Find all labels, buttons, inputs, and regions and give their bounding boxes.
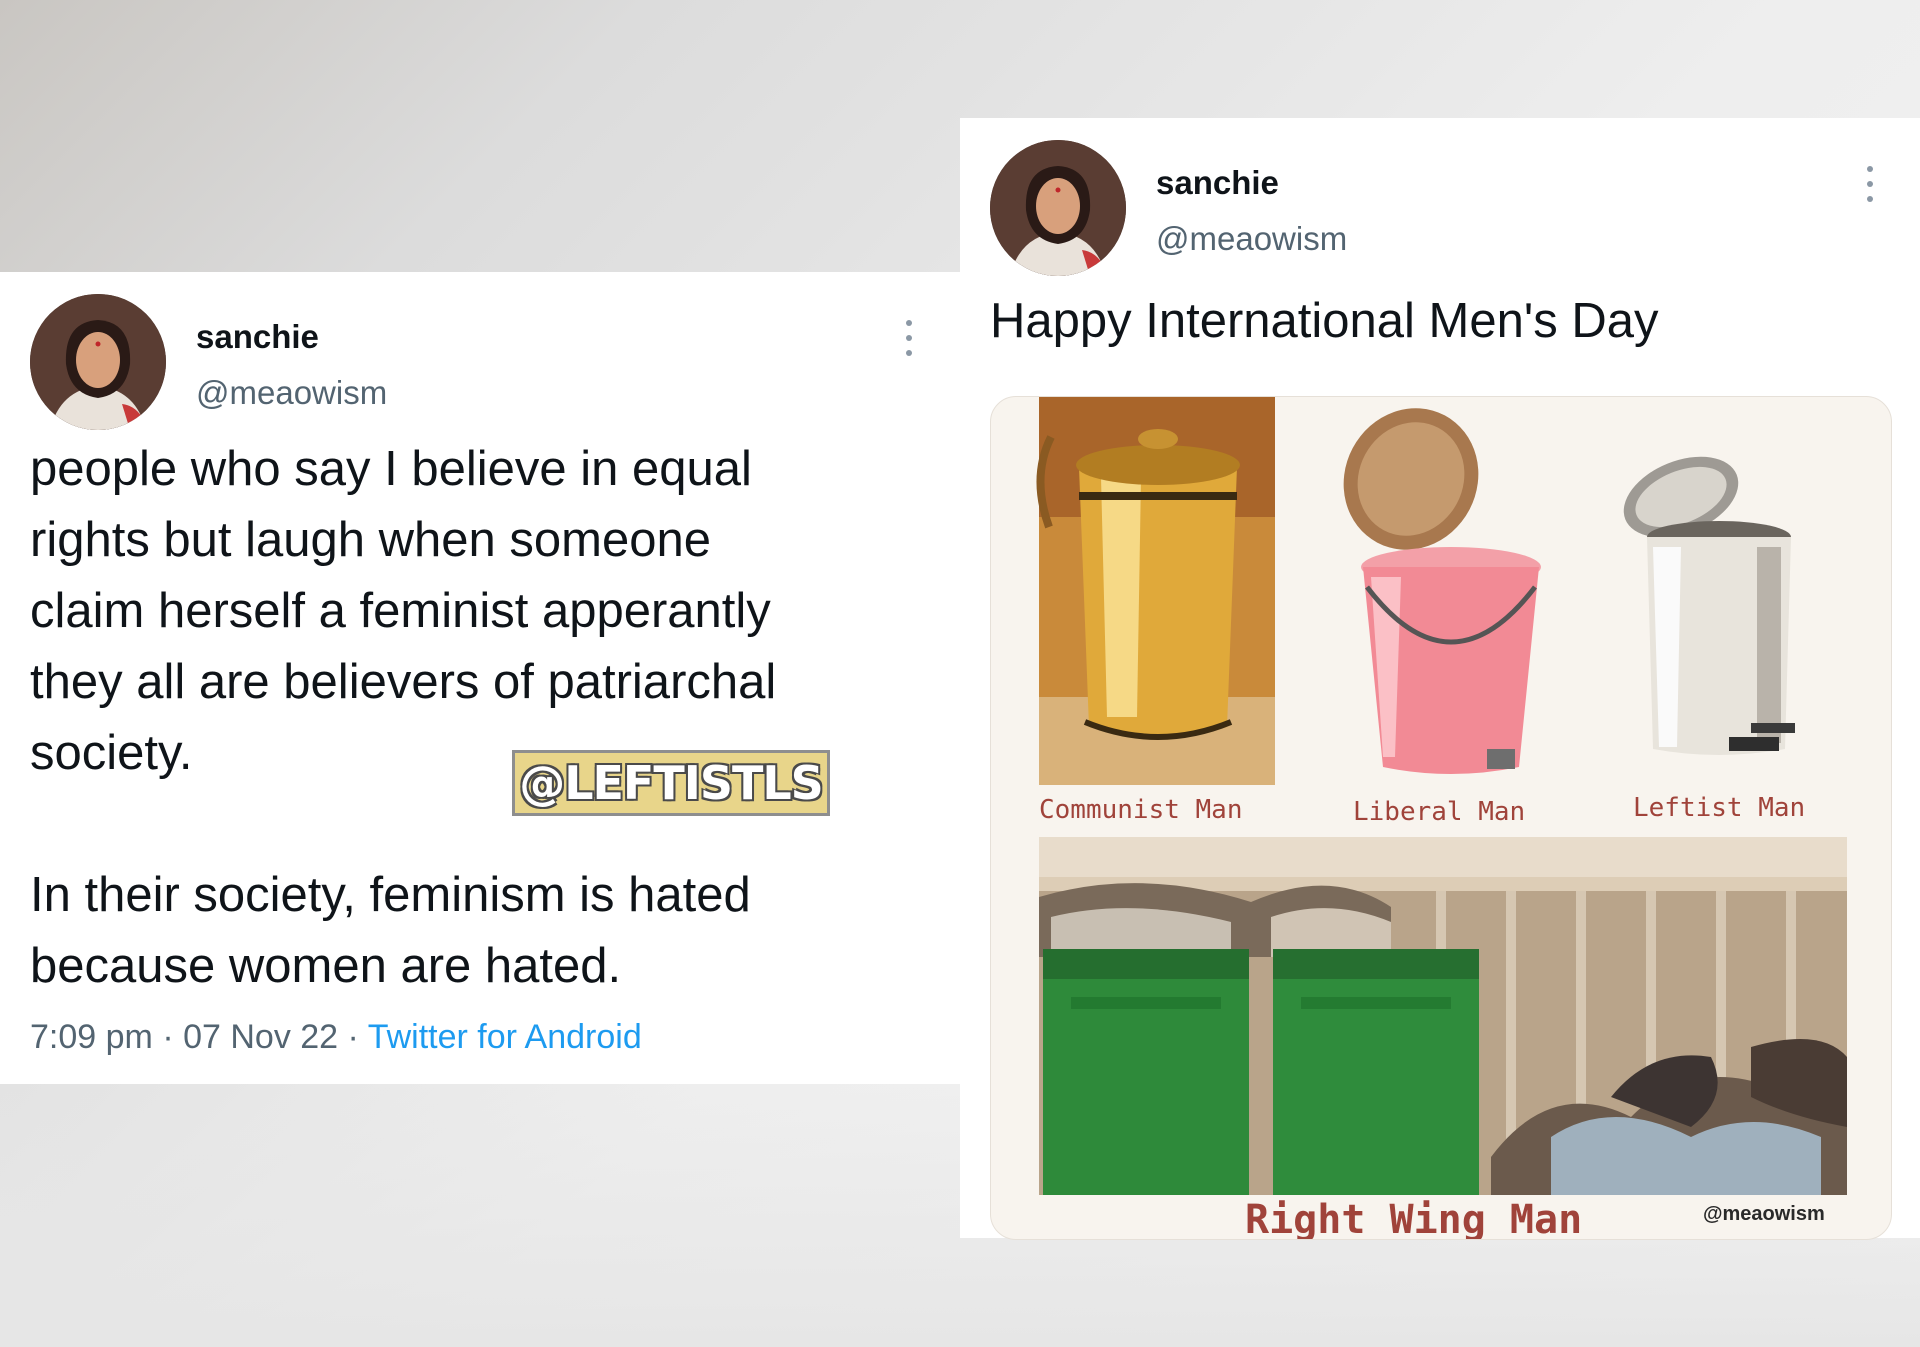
left-avatar[interactable]	[30, 294, 166, 430]
more-vertical-icon[interactable]	[903, 320, 915, 356]
right-avatar[interactable]	[990, 140, 1126, 276]
meme-image[interactable]: Communist Man Liberal Man Leftist Man Ri…	[990, 396, 1892, 1240]
left-display-name[interactable]: sanchie	[196, 318, 319, 356]
meme-label-liberal: Liberal Man	[1353, 797, 1526, 827]
left-tweet-text: people who say I believe in equal rights…	[30, 442, 777, 993]
left-handle[interactable]: @meaowism	[196, 374, 387, 412]
right-tweet-card: sanchie @meaowism Happy International Me…	[960, 118, 1920, 1240]
watermark-badge: @LEFTISTLS	[512, 750, 830, 816]
tweet-time[interactable]: 7:09 pm	[30, 1018, 153, 1056]
meme-credit: @meaowism	[1703, 1203, 1825, 1225]
tweet-date[interactable]: 07 Nov 22	[183, 1018, 338, 1056]
meta-separator: ·	[162, 1018, 174, 1056]
meme-label-leftist: Leftist Man	[1633, 793, 1806, 823]
right-tweet-text: Happy International Men's Day	[990, 294, 1659, 348]
left-tweet-card: sanchie @meaowism people who say I belie…	[0, 272, 960, 1084]
meme-label-right-wing: Right Wing Man	[1245, 1197, 1583, 1240]
more-vertical-icon[interactable]	[1864, 166, 1876, 202]
meme-label-communist: Communist Man	[1039, 795, 1243, 825]
right-display-name[interactable]: sanchie	[1156, 164, 1279, 202]
tweet-source-link[interactable]: Twitter for Android	[368, 1018, 642, 1056]
right-handle[interactable]: @meaowism	[1156, 220, 1347, 258]
meta-separator: ·	[347, 1018, 359, 1056]
tweet-meta: 7:09 pm · 07 Nov 22 · Twitter for Androi…	[30, 1018, 642, 1057]
